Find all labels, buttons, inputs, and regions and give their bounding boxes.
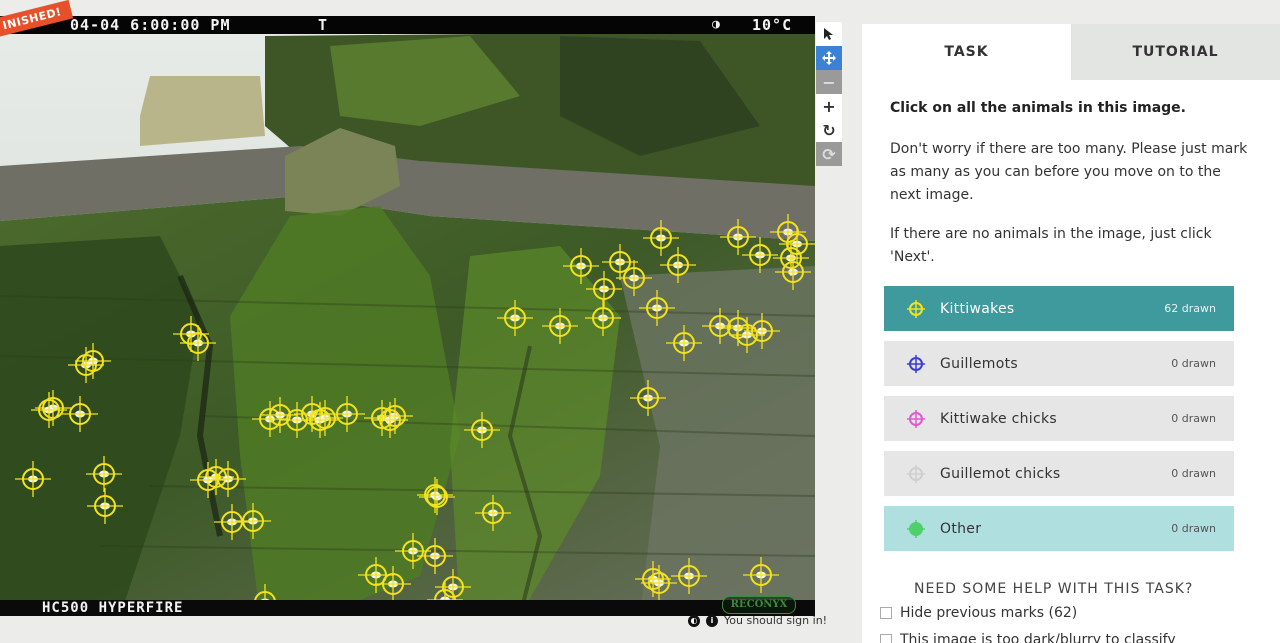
hide-marks-row[interactable]: Hide previous marks (62) [880,605,1077,621]
choice-label: Kittiwake chicks [940,410,1057,427]
sign-in-notice: ◐ i You should sign in! [688,614,827,627]
choice-count: 0 drawn [1171,522,1216,535]
camera-image-panel[interactable]: 04-04 6:00:00 PM T ◑ 10°C HC500 HYPERFIR… [0,16,815,616]
camera-model: HC500 HYPERFIRE [42,600,184,616]
choice-count: 0 drawn [1171,412,1216,425]
help-heading[interactable]: NEED SOME HELP WITH THIS TASK? [914,581,1193,597]
hide-marks-checkbox[interactable] [880,607,892,619]
too-dark-label[interactable]: This image is too dark/blurry to classif… [900,632,1176,643]
rotate-icon[interactable]: ↻ [816,118,842,142]
too-dark-row[interactable]: This image is too dark/blurry to classif… [880,632,1176,643]
choice-label: Other [940,520,982,537]
task-question: Click on all the animals in this image. [890,100,1186,116]
move-arrows-icon[interactable] [816,46,842,70]
choice-label: Guillemots [940,355,1018,372]
choice-label: Guillemot chicks [940,465,1061,482]
building-wall [140,76,265,146]
choice-kittiwakes[interactable]: Kittiwakes 62 drawn [884,286,1234,331]
info-icon[interactable]: i [706,614,718,627]
reset-icon[interactable]: ⟳ [816,142,842,166]
crosshair-icon [907,409,925,428]
crosshair-icon [907,354,925,373]
image-toolbar: − + ↻ ⟳ [816,22,842,166]
minus-icon[interactable]: − [816,70,842,94]
choice-label: Kittiwakes [940,300,1015,317]
crosshair-icon [907,464,925,483]
task-panel: TASK TUTORIAL Click on all the animals i… [862,24,1280,643]
hide-marks-label[interactable]: Hide previous marks (62) [900,605,1077,621]
species-choices: Kittiwakes 62 drawn Guillemots 0 drawn K… [884,286,1234,561]
choice-guillemots[interactable]: Guillemots 0 drawn [884,341,1234,386]
camera-temperature: 10°C [752,16,793,34]
camera-datetime: 04-04 6:00:00 PM [70,16,231,34]
task-tabs: TASK TUTORIAL [862,24,1280,80]
choice-count: 0 drawn [1171,357,1216,370]
moon-phase-icon: ◑ [712,17,721,32]
choice-count: 0 drawn [1171,467,1216,480]
instruction-paragraph: If there are no animals in the image, ju… [890,226,1212,265]
tab-tutorial[interactable]: TUTORIAL [1071,24,1280,80]
too-dark-checkbox[interactable] [880,634,892,643]
camera-info-strip: 04-04 6:00:00 PM T ◑ 10°C [0,16,815,34]
tab-task[interactable]: TASK [862,24,1071,80]
crosshair-icon [907,299,925,318]
choice-kittiwake-chicks[interactable]: Kittiwake chicks 0 drawn [884,396,1234,441]
task-instructions: Click on all the animals in this image. … [862,80,1280,269]
instruction-paragraph: Don't worry if there are too many. Pleas… [890,141,1248,203]
choice-count: 62 drawn [1164,302,1216,315]
crosshair-icon [907,519,925,538]
choice-guillemot-chicks[interactable]: Guillemot chicks 0 drawn [884,451,1234,496]
sign-in-text[interactable]: You should sign in! [724,614,827,627]
contrast-icon[interactable]: ◐ [688,614,700,627]
reconyx-logo: RECONYX [722,596,796,614]
choice-other[interactable]: Other 0 drawn [884,506,1234,551]
arrow-pointer-icon[interactable] [816,22,842,46]
plus-icon[interactable]: + [816,94,842,118]
camera-photo[interactable] [0,16,815,616]
camera-marker: T [318,16,329,34]
